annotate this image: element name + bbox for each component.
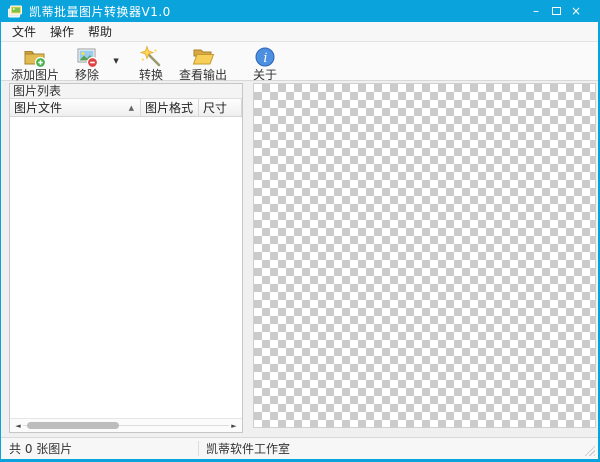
scroll-left-icon[interactable]: ◄	[13, 422, 23, 430]
horizontal-scrollbar[interactable]: ◄ ►	[10, 418, 242, 432]
menu-item-file[interactable]: 文件	[5, 21, 43, 42]
remove-image-button[interactable]: 移除	[65, 44, 109, 82]
add-images-button[interactable]: 添加图片	[5, 44, 65, 82]
close-button[interactable]: ×	[566, 2, 586, 20]
app-window: 凯蒂批量图片转换器V1.0 – × 文件 操作 帮助 添加图片 移除 ▼ 转换 …	[0, 0, 600, 462]
maximize-button[interactable]	[546, 2, 566, 20]
view-output-label: 查看输出	[179, 68, 228, 82]
column-header-image-format[interactable]: 图片格式	[141, 99, 199, 116]
studio-name-text: 凯蒂软件工作室	[206, 442, 291, 456]
maximize-icon	[551, 7, 561, 15]
remove-dropdown-arrow-icon[interactable]: ▼	[109, 57, 123, 65]
image-list-header: 图片文件 ▲ 图片格式 尺寸	[10, 99, 242, 117]
menu-item-operation[interactable]: 操作	[43, 21, 81, 42]
minimize-button[interactable]: –	[526, 2, 546, 20]
window-title: 凯蒂批量图片转换器V1.0	[29, 4, 171, 19]
view-output-folder-icon	[192, 49, 215, 65]
scrollbar-track[interactable]	[23, 421, 229, 430]
column-label: 图片格式	[145, 101, 194, 115]
about-button[interactable]: i 关于	[243, 44, 287, 82]
image-list-title: 图片列表	[10, 84, 242, 99]
view-output-button[interactable]: 查看输出	[173, 44, 233, 82]
image-count-text: 共 0 张图片	[9, 442, 73, 456]
add-images-label: 添加图片	[11, 68, 60, 82]
convert-label: 转换	[139, 68, 164, 82]
column-header-image-file[interactable]: 图片文件 ▲	[10, 99, 141, 116]
app-icon	[8, 5, 22, 18]
remove-image-icon	[77, 48, 99, 69]
svg-text:i: i	[263, 51, 267, 66]
image-list-panel: 图片列表 图片文件 ▲ 图片格式 尺寸 ◄ ►	[9, 83, 243, 433]
about-info-icon: i	[255, 47, 275, 67]
scroll-right-icon[interactable]: ►	[229, 422, 239, 430]
add-images-icon	[24, 51, 47, 69]
column-label: 尺寸	[203, 101, 228, 115]
status-separator	[198, 441, 199, 456]
menu-item-help[interactable]: 帮助	[81, 21, 119, 42]
resize-grip[interactable]	[582, 443, 595, 456]
window-controls: – ×	[526, 2, 586, 20]
toolbar: 添加图片 移除 ▼ 转换 查看输出 i 关于	[1, 42, 598, 82]
image-list-body[interactable]	[10, 117, 242, 418]
about-label: 关于	[253, 68, 278, 82]
convert-wand-icon	[139, 45, 161, 67]
column-label: 图片文件	[14, 101, 63, 115]
preview-area	[253, 83, 596, 428]
column-header-size[interactable]: 尺寸	[199, 99, 242, 116]
title-bar: 凯蒂批量图片转换器V1.0 – ×	[1, 0, 598, 22]
remove-image-label: 移除	[75, 68, 100, 82]
convert-button[interactable]: 转换	[129, 44, 173, 82]
sort-asc-icon: ▲	[128, 103, 134, 112]
scrollbar-thumb[interactable]	[27, 422, 119, 429]
status-bar: 共 0 张图片 凯蒂软件工作室	[1, 437, 598, 459]
menu-bar: 文件 操作 帮助	[1, 22, 598, 42]
